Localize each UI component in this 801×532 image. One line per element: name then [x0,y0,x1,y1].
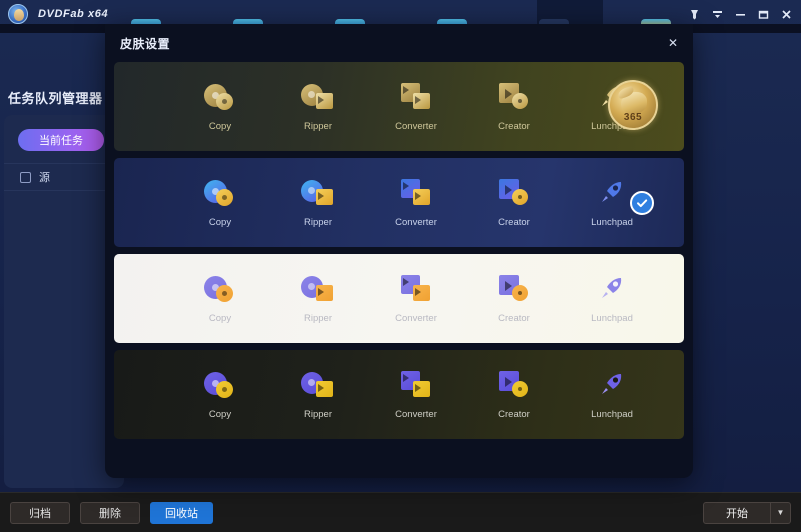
close-icon[interactable] [780,8,793,21]
disc-film-ripper-icon [301,178,335,208]
module-converter: Converter [388,82,444,132]
archive-button[interactable]: 归档 [10,501,70,524]
module-converter: Converter [388,178,444,228]
current-task-button[interactable]: 当前任务 [18,129,104,151]
module-ripper: Ripper [290,82,346,132]
source-checkbox[interactable] [20,171,31,183]
module-lunchpad: Lunchpad [584,274,640,324]
rocket-lunchpad-icon [595,274,629,304]
film-disc-creator-icon [497,274,531,304]
module-label: Creator [498,312,530,324]
film-converter-icon [399,82,433,112]
app-title: DVDFab x64 [38,8,109,20]
module-preview-list: Copy Ripper Converter Creator Lunchpad [192,178,684,228]
disc-film-ripper-icon [301,274,335,304]
module-converter: Converter [388,370,444,420]
module-preview-list: Copy Ripper Converter Creator Lunchpad [192,370,684,420]
app-logo-icon [8,4,28,24]
dialog-title: 皮肤设置 [120,36,171,51]
module-label: Converter [395,120,437,132]
module-label: Copy [208,216,232,228]
module-label: Ripper [304,312,332,324]
module-converter: Converter [388,274,444,324]
module-label: Creator [498,216,530,228]
theme-option-light[interactable]: Copy Ripper Converter Creator Lunchpad [114,254,684,343]
disc-copy-icon [203,274,237,304]
film-disc-creator-icon [497,178,531,208]
start-button[interactable]: 开始 [704,503,770,523]
module-creator: Creator [486,178,542,228]
module-task-queue: Task Queue [682,178,684,228]
source-label: 源 [39,172,50,184]
module-lunchpad: Lunchpad [584,370,640,420]
badge-label: 365 [623,112,643,123]
module-label: Creator [498,120,530,132]
module-label: Copy [208,120,232,132]
menu-icon[interactable] [711,8,724,21]
close-icon[interactable]: ✕ [663,33,683,53]
film-converter-icon [399,274,433,304]
maximize-icon[interactable] [757,8,770,21]
module-label: Lunchpad [591,216,633,228]
theme-list: Copy Ripper Converter Creator Lunchpad 3… [105,62,693,439]
module-task-queue: Task Queue [682,274,684,324]
selected-check-icon [630,190,654,215]
module-task-queue: Task Queue [682,370,684,420]
theme-option-dark[interactable]: Copy Ripper Converter Creator Lunchpad [114,350,684,439]
film-converter-icon [399,178,433,208]
module-preview-list: Copy Ripper Converter Creator Lunchpad [192,274,684,324]
minimize-icon[interactable] [734,8,747,21]
window-controls [688,8,801,21]
theme-option-gold[interactable]: Copy Ripper Converter Creator Lunchpad 3… [114,62,684,151]
module-copy: Copy [192,82,248,132]
module-task-queue: Task Queue [682,82,684,132]
disc-film-ripper-icon [301,370,335,400]
disc-copy-icon [203,370,237,400]
start-button-group: 开始 ▼ [703,501,791,524]
module-creator: Creator [486,370,542,420]
module-label: Copy [208,312,232,324]
sidebar: 任务队列管理器 当前任务 源 [0,33,124,492]
film-converter-icon [399,370,433,400]
badge-365: 365 [608,80,658,130]
module-label: Ripper [304,408,332,420]
chevron-down-icon[interactable]: ▼ [770,502,790,523]
module-label: Converter [395,408,437,420]
module-ripper: Ripper [290,274,346,324]
skin-settings-dialog: 皮肤设置 ✕ Copy Ripper Converter Creator Lun… [105,24,693,478]
disc-copy-icon [203,82,237,112]
module-copy: Copy [192,274,248,324]
module-label: Ripper [304,120,332,132]
module-creator: Creator [486,274,542,324]
module-label: Converter [395,216,437,228]
theme-option-blue[interactable]: Copy Ripper Converter Creator Lunchpad [114,158,684,247]
rocket-lunchpad-icon [595,370,629,400]
module-copy: Copy [192,178,248,228]
module-label: Copy [208,408,232,420]
module-label: Lunchpad [591,312,633,324]
module-ripper: Ripper [290,370,346,420]
module-label: Lunchpad [591,408,633,420]
rocket-lunchpad-icon [595,178,629,208]
module-creator: Creator [486,82,542,132]
module-copy: Copy [192,370,248,420]
delete-button[interactable]: 删除 [80,501,140,524]
disc-film-ripper-icon [301,82,335,112]
module-label: Ripper [304,216,332,228]
film-disc-creator-icon [497,82,531,112]
film-disc-creator-icon [497,370,531,400]
disc-copy-icon [203,178,237,208]
dialog-header: 皮肤设置 ✕ [105,24,693,62]
bottom-toolbar: 归档 删除 回收站 开始 ▼ [0,492,801,532]
lion-head-icon [621,92,647,114]
recycle-bin-button[interactable]: 回收站 [150,501,213,524]
module-ripper: Ripper [290,178,346,228]
module-label: Converter [395,312,437,324]
pin-icon[interactable] [688,8,701,21]
page-title: 任务队列管理器 [8,91,103,106]
module-label: Creator [498,408,530,420]
